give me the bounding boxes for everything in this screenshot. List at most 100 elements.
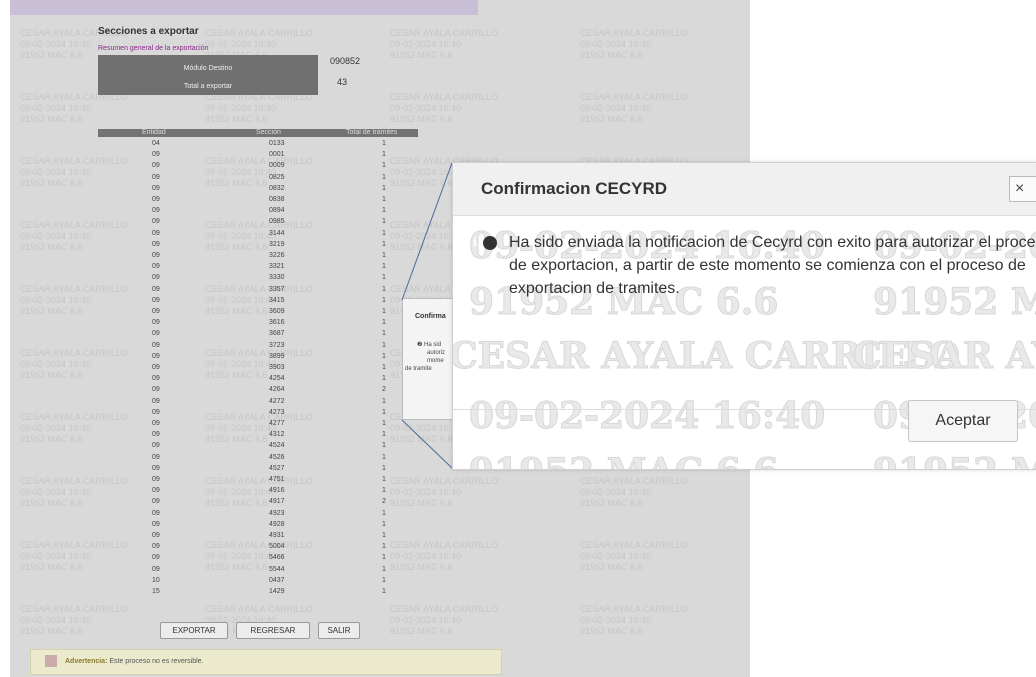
cell-entidad: 04	[152, 140, 160, 147]
table-row: 10 0437 1	[98, 577, 418, 585]
back-button[interactable]: REGRESAR	[236, 622, 310, 639]
cell-seccion: 4254	[269, 375, 285, 383]
watermark-text: 09-02-2024 16:40	[20, 615, 92, 625]
table-row: 09 4524 1	[98, 442, 418, 450]
exit-button[interactable]: SALIR	[318, 622, 360, 639]
watermark-text: CESAR AYALA CARRILLO	[580, 92, 688, 102]
watermark-text: CESAR AYALA CARRILLO	[580, 28, 688, 38]
cell-total: 1	[382, 532, 386, 539]
export-button[interactable]: EXPORTAR	[160, 622, 228, 639]
cell-seccion: 3330	[269, 274, 285, 282]
watermark-text: 91952 MAC 6.6	[20, 178, 83, 188]
table-row: 09 4916 1	[98, 487, 418, 495]
cell-total: 1	[382, 420, 386, 427]
cell-entidad: 09	[152, 263, 160, 271]
cell-total: 1	[382, 588, 386, 595]
table-row: 09 4917 2	[98, 498, 418, 506]
cell-entidad: 09	[152, 330, 160, 338]
cell-seccion: 5004	[269, 543, 285, 551]
cell-total: 1	[382, 252, 386, 259]
watermark-text: CESAR AYALA CARRILLO	[205, 604, 313, 614]
cell-total: 1	[382, 296, 386, 304]
total-label: Total a exportar	[183, 83, 233, 90]
watermark-text: 09-02-2024 16:40	[20, 295, 92, 305]
cell-entidad: 15	[152, 588, 160, 595]
cell-total: 1	[382, 207, 386, 215]
cell-entidad: 09	[152, 252, 160, 259]
table-row: 09 4254 1	[98, 375, 418, 383]
dialog-watermark-text: CESAR AYALA CARRILLO	[853, 335, 1036, 378]
cell-seccion: 5544	[269, 565, 285, 573]
header-seccion: Sección	[256, 129, 281, 136]
table-row: 09 4931 1	[98, 532, 418, 540]
cell-seccion: 0838	[269, 196, 285, 203]
cell-entidad: 09	[152, 341, 160, 349]
cell-total: 1	[382, 375, 386, 383]
cell-seccion: 0832	[269, 184, 285, 192]
warning-icon	[45, 655, 57, 667]
cell-total: 1	[382, 162, 386, 170]
table-row: 09 3415 1	[98, 297, 418, 305]
table-row: 09 3321 1	[98, 263, 418, 271]
dialog-message-text: Ha sido enviada la notificacion de Cecyr…	[509, 234, 1036, 297]
cell-entidad: 09	[152, 498, 160, 506]
watermark-text: 91952 MAC 6.6	[390, 626, 453, 636]
cell-entidad: 09	[152, 543, 160, 551]
cell-seccion: 4312	[269, 431, 285, 439]
watermark-text: 09-02-2024 16:40	[390, 103, 462, 113]
info-icon: i	[473, 236, 497, 250]
cell-seccion: 0133	[269, 140, 285, 147]
cell-seccion: 3226	[269, 252, 285, 259]
info-box: Módulo Destino Total a exportar	[98, 55, 318, 95]
cell-seccion: 4264	[269, 386, 285, 394]
cell-seccion: 3687	[269, 330, 285, 338]
cell-total: 1	[382, 274, 386, 282]
cell-total: 1	[382, 140, 386, 147]
watermark-text: CESAR AYALA CARRILLO	[580, 476, 688, 486]
cell-entidad: 09	[152, 509, 160, 517]
cell-entidad: 09	[152, 386, 160, 394]
watermark-text: 91952 MAC 6.6	[20, 50, 83, 60]
module-label: Módulo Destino	[183, 65, 233, 72]
table-row: 09 0832 1	[98, 185, 418, 193]
cell-total: 1	[382, 565, 386, 573]
table-row: 09 4277 1	[98, 420, 418, 428]
cell-entidad: 09	[152, 364, 160, 371]
cell-seccion: 0437	[269, 576, 285, 584]
table-row: 09 5004 1	[98, 543, 418, 551]
watermark-text: 09-02-2024 16:40	[580, 615, 652, 625]
warning-text: Este proceso no es reversible.	[109, 658, 204, 665]
cell-total: 1	[382, 229, 386, 237]
cell-seccion: 3899	[269, 352, 285, 360]
module-value: 090852	[330, 56, 361, 66]
table-row: 09 4272 1	[98, 398, 418, 406]
watermark-text: 09-02-2024 16:40	[20, 231, 92, 241]
watermark-text: CESAR AYALA CARRILLO	[20, 604, 128, 614]
cell-total: 1	[382, 184, 386, 192]
background-dialog-title: Confirma	[415, 313, 446, 320]
cell-seccion: 4931	[269, 532, 285, 539]
table-row: 09 3899 1	[98, 353, 418, 361]
cell-total: 1	[382, 196, 386, 203]
cell-total: 1	[382, 240, 386, 248]
cell-seccion: 0894	[269, 207, 285, 215]
watermark-text: 09-02-2024 16:40	[20, 551, 92, 561]
watermark-text: 91952 MAC 6.6	[20, 434, 83, 444]
table-row: 09 3330 1	[98, 274, 418, 282]
cell-entidad: 09	[152, 431, 160, 439]
cell-total: 1	[382, 173, 386, 181]
cell-seccion: 3219	[269, 240, 285, 248]
table-row: 09 0825 1	[98, 174, 418, 182]
total-value: 43	[337, 77, 348, 87]
cell-total: 1	[382, 453, 386, 461]
accept-button[interactable]: Aceptar	[908, 400, 1018, 442]
watermark-text: 91952 MAC 6.6	[20, 114, 83, 124]
summary-link[interactable]: Resumen general de la exportación	[98, 45, 209, 52]
watermark-text: 91952 MAC 6.6	[20, 306, 83, 316]
cell-total: 2	[382, 498, 386, 506]
close-icon[interactable]: ×	[1009, 176, 1036, 202]
cell-entidad: 09	[152, 162, 160, 170]
warning-label: Advertencia:	[65, 658, 108, 665]
watermark-text: CESAR AYALA CARRILLO	[390, 604, 498, 614]
cell-seccion: 0985	[269, 218, 285, 226]
